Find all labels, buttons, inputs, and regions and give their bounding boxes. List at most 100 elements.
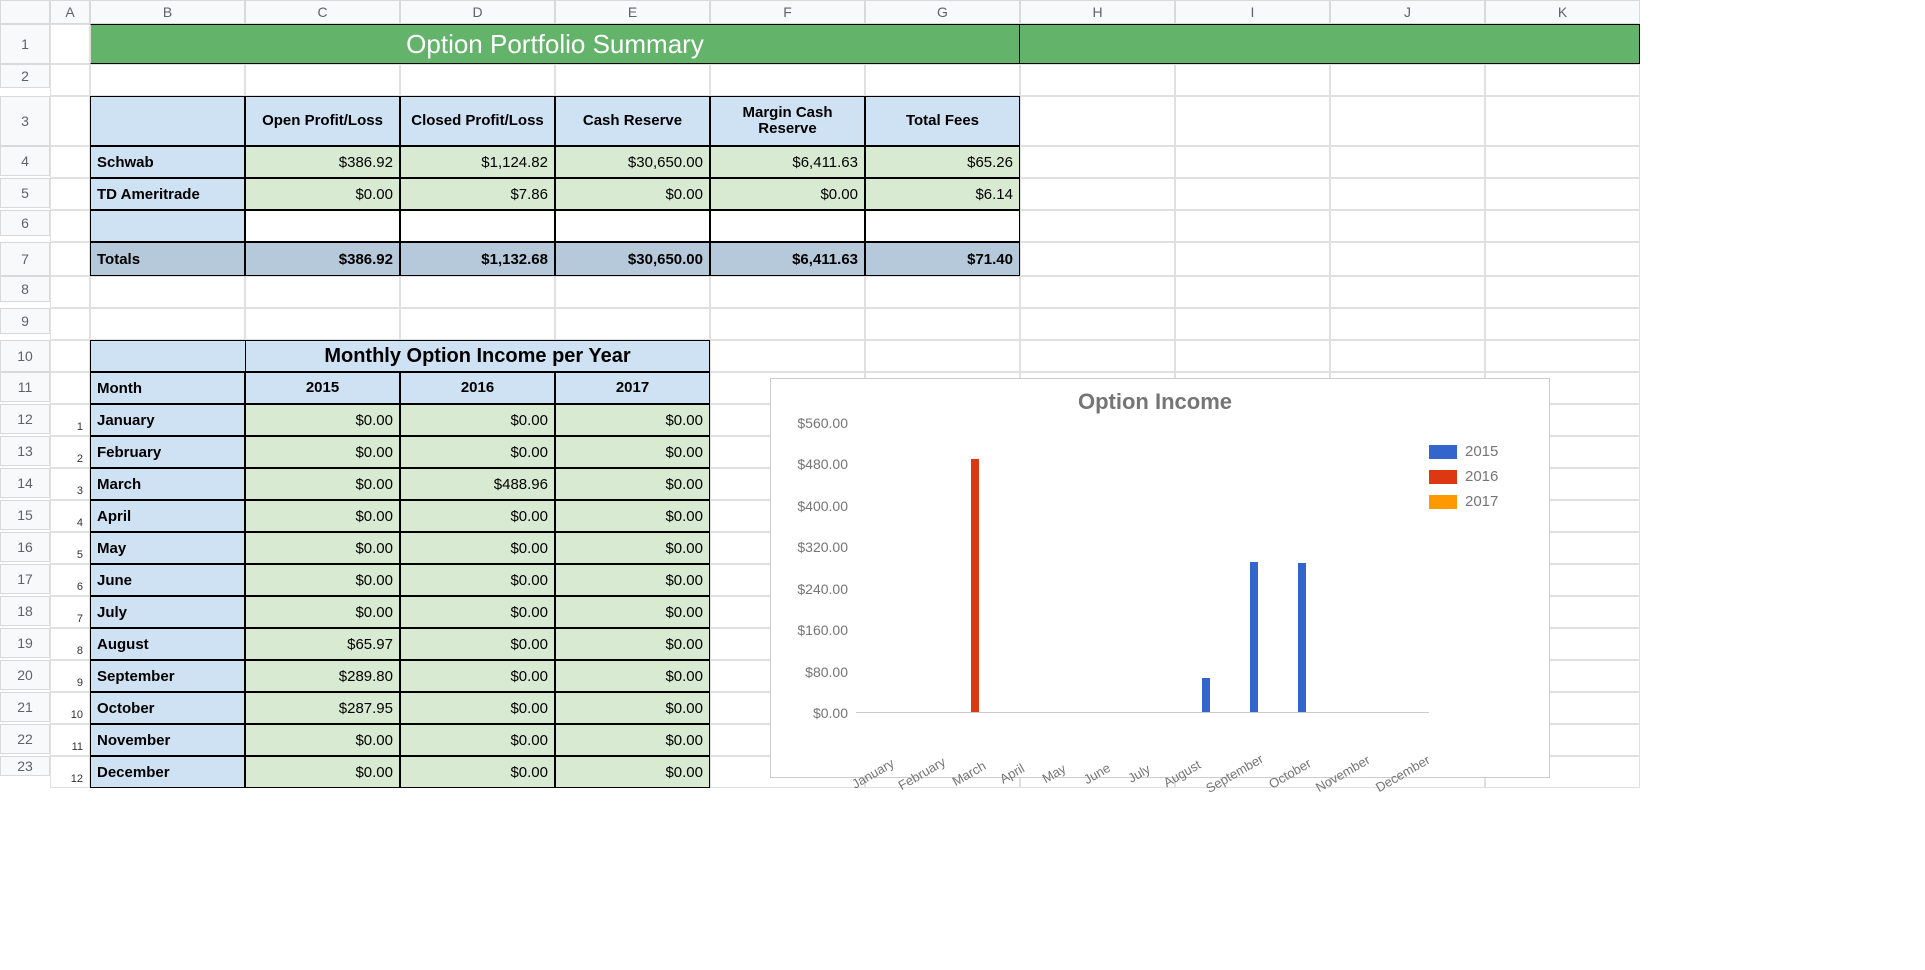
cell[interactable]	[50, 372, 90, 404]
cell[interactable]	[400, 276, 555, 308]
cell[interactable]	[1020, 178, 1175, 210]
cell[interactable]	[1330, 276, 1485, 308]
cell[interactable]	[555, 210, 710, 242]
cell[interactable]	[1485, 64, 1640, 96]
cell[interactable]	[50, 210, 90, 242]
row-header-3[interactable]: 3	[0, 96, 50, 146]
cell[interactable]	[50, 64, 90, 96]
cell[interactable]	[1330, 64, 1485, 96]
col-header-C[interactable]: C	[245, 0, 400, 24]
cell[interactable]	[50, 308, 90, 340]
cell[interactable]	[1485, 96, 1640, 146]
cell[interactable]	[1330, 178, 1485, 210]
cell[interactable]	[400, 64, 555, 96]
cell[interactable]	[865, 276, 1020, 308]
cell[interactable]	[865, 210, 1020, 242]
cell[interactable]	[1175, 146, 1330, 178]
cell[interactable]	[1020, 340, 1175, 372]
cell[interactable]	[1175, 64, 1330, 96]
cell[interactable]	[555, 64, 710, 96]
cell[interactable]	[245, 308, 400, 340]
cell[interactable]	[1175, 276, 1330, 308]
row-header-13[interactable]: 13	[0, 436, 50, 466]
row-header-4[interactable]: 4	[0, 146, 50, 176]
cell[interactable]	[710, 64, 865, 96]
cell[interactable]	[245, 276, 400, 308]
row-header-11[interactable]: 11	[0, 372, 50, 402]
cell[interactable]	[245, 64, 400, 96]
cell[interactable]	[1485, 210, 1640, 242]
col-header-D[interactable]: D	[400, 0, 555, 24]
col-header-B[interactable]: B	[90, 0, 245, 24]
cell[interactable]	[1020, 146, 1175, 178]
corner-cell[interactable]	[0, 0, 50, 24]
cell[interactable]	[245, 210, 400, 242]
cell[interactable]	[710, 308, 865, 340]
cell[interactable]	[1175, 178, 1330, 210]
cell[interactable]	[50, 178, 90, 210]
col-header-I[interactable]: I	[1175, 0, 1330, 24]
chart-option-income[interactable]: Option Income $0.00$80.00$160.00$240.00$…	[770, 378, 1550, 778]
cell[interactable]	[1485, 242, 1640, 276]
cell[interactable]	[50, 96, 90, 146]
cell[interactable]	[1020, 276, 1175, 308]
cell[interactable]	[50, 146, 90, 178]
cell[interactable]	[1485, 178, 1640, 210]
cell[interactable]	[710, 340, 865, 372]
row-header-15[interactable]: 15	[0, 500, 50, 530]
cell[interactable]	[1330, 210, 1485, 242]
cell[interactable]	[710, 276, 865, 308]
cell[interactable]	[865, 64, 1020, 96]
cell[interactable]	[50, 276, 90, 308]
row-header-14[interactable]: 14	[0, 468, 50, 498]
col-header-A[interactable]: A	[50, 0, 90, 24]
cell[interactable]	[1330, 146, 1485, 178]
row-header-6[interactable]: 6	[0, 210, 50, 236]
cell[interactable]	[1020, 210, 1175, 242]
row-header-20[interactable]: 20	[0, 660, 50, 690]
cell[interactable]	[90, 276, 245, 308]
col-header-J[interactable]: J	[1330, 0, 1485, 24]
cell[interactable]	[50, 340, 90, 372]
row-header-8[interactable]: 8	[0, 276, 50, 302]
cell[interactable]	[1020, 308, 1175, 340]
cell[interactable]	[1175, 242, 1330, 276]
cell[interactable]	[1020, 242, 1175, 276]
row-header-17[interactable]: 17	[0, 564, 50, 594]
row-header-21[interactable]: 21	[0, 692, 50, 722]
cell[interactable]	[1330, 340, 1485, 372]
cell[interactable]	[1330, 308, 1485, 340]
cell[interactable]	[555, 276, 710, 308]
row-header-9[interactable]: 9	[0, 308, 50, 334]
row-header-7[interactable]: 7	[0, 242, 50, 276]
row-header-5[interactable]: 5	[0, 178, 50, 208]
cell[interactable]	[1175, 308, 1330, 340]
cell[interactable]	[865, 340, 1020, 372]
cell[interactable]	[90, 64, 245, 96]
row-header-18[interactable]: 18	[0, 596, 50, 626]
cell[interactable]	[1175, 96, 1330, 146]
row-header-16[interactable]: 16	[0, 532, 50, 562]
row-header-1[interactable]: 1	[0, 24, 50, 64]
cell[interactable]	[1175, 210, 1330, 242]
row-header-2[interactable]: 2	[0, 64, 50, 88]
cell[interactable]	[400, 308, 555, 340]
col-header-E[interactable]: E	[555, 0, 710, 24]
cell[interactable]	[50, 24, 90, 64]
col-header-H[interactable]: H	[1020, 0, 1175, 24]
cell[interactable]	[1485, 146, 1640, 178]
cell[interactable]	[1330, 96, 1485, 146]
cell[interactable]	[710, 210, 865, 242]
cell[interactable]	[50, 242, 90, 276]
cell[interactable]	[1485, 308, 1640, 340]
cell[interactable]	[1020, 96, 1175, 146]
row-header-23[interactable]: 23	[0, 756, 50, 776]
cell[interactable]	[1020, 64, 1175, 96]
cell[interactable]	[90, 308, 245, 340]
cell[interactable]	[1330, 242, 1485, 276]
cell[interactable]	[400, 210, 555, 242]
row-header-10[interactable]: 10	[0, 340, 50, 372]
row-header-19[interactable]: 19	[0, 628, 50, 658]
col-header-G[interactable]: G	[865, 0, 1020, 24]
cell[interactable]	[1485, 340, 1640, 372]
